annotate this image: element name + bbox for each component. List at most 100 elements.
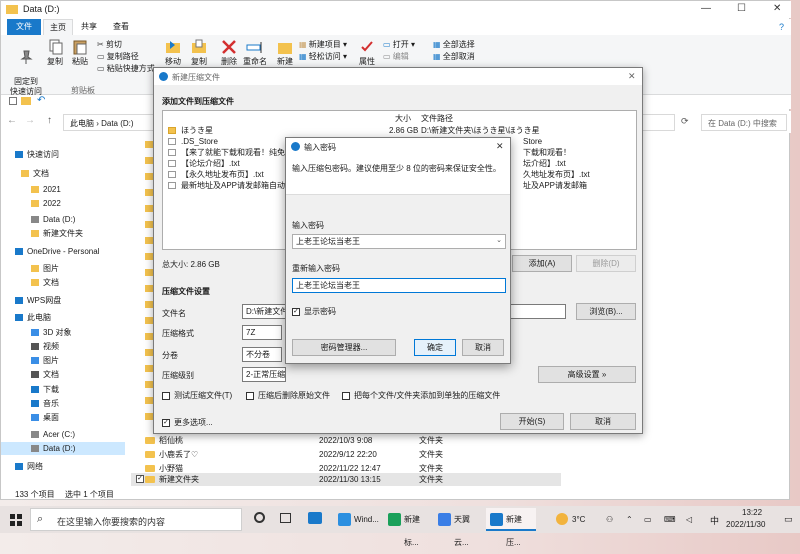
compress-item-row[interactable]: ほうき星 2.86 GB D:\新建文件夹\ほうき星\ほうき星: [163, 125, 636, 136]
copy-button[interactable]: 复制: [45, 39, 65, 67]
nav-item[interactable]: Data (D:): [1, 442, 125, 455]
ime-indicator[interactable]: 中: [710, 514, 719, 527]
ok-button[interactable]: 确定: [414, 339, 456, 356]
volume-icon[interactable]: ◁: [686, 515, 692, 524]
tab-home[interactable]: 主页: [43, 19, 73, 35]
reenter-password-input[interactable]: 上老王论坛当老王: [292, 278, 506, 293]
notification-icon[interactable]: ▭: [784, 514, 793, 525]
maximize-button[interactable]: ☐: [737, 3, 746, 14]
undo-icon[interactable]: ↶: [37, 95, 45, 106]
taskbar-app[interactable]: 新建压...: [486, 508, 536, 547]
copy-path-button[interactable]: ▭ 复制路径: [97, 51, 139, 62]
nav-item[interactable]: 2022: [1, 197, 125, 210]
nav-item[interactable]: 3D 对象: [1, 326, 125, 339]
start-button[interactable]: 开始(S): [500, 413, 564, 430]
remove-button[interactable]: 删除(D): [576, 255, 636, 272]
search-input[interactable]: 在 Data (D:) 中搜索: [701, 114, 787, 131]
taskbar-app[interactable]: 新建标...: [384, 508, 434, 547]
taskbar-app[interactable]: Wind...: [334, 508, 384, 531]
checkbox-icon[interactable]: [9, 97, 17, 105]
file-row[interactable]: 稻仙桃 2022/10/3 9:08 文件夹: [131, 434, 561, 447]
test-checkbox[interactable]: [162, 391, 170, 400]
back-icon[interactable]: ←: [7, 115, 17, 126]
help-icon[interactable]: ?: [779, 22, 784, 32]
nav-item[interactable]: 下载: [1, 383, 125, 396]
task-view-icon[interactable]: [280, 513, 291, 523]
select-none-button[interactable]: ▦ 全部取消: [433, 51, 475, 62]
password-cancel-button[interactable]: 取消: [462, 339, 504, 356]
browse-button[interactable]: 浏览(B)...: [576, 303, 636, 320]
each-file-checkbox[interactable]: [342, 391, 350, 400]
select-all-button[interactable]: ▦ 全部选择: [433, 39, 475, 50]
nav-item[interactable]: Acer (C:): [1, 428, 125, 441]
open-button[interactable]: ▭ 打开 ▾: [383, 39, 415, 50]
nav-item[interactable]: 网络: [1, 460, 125, 473]
nav-item[interactable]: 文档: [1, 167, 125, 180]
file-row[interactable]: ✓ 新建文件夹 2022/11/30 13:15 文件夹: [131, 473, 561, 486]
up-icon[interactable]: ↑: [47, 115, 52, 126]
tab-view[interactable]: 查看: [107, 19, 135, 35]
split-select[interactable]: 不分卷: [242, 347, 282, 362]
show-password-checkbox[interactable]: ✓: [292, 307, 300, 316]
delete-after-checkbox[interactable]: [246, 391, 254, 400]
nav-item[interactable]: 此电脑: [1, 311, 125, 324]
password-close-button[interactable]: ✕: [496, 141, 504, 152]
compress-close-button[interactable]: ✕: [628, 71, 636, 82]
close-button[interactable]: ✕: [773, 3, 781, 14]
nav-item[interactable]: 图片: [1, 262, 125, 275]
format-select[interactable]: 7Z: [242, 325, 282, 340]
chevron-down-icon[interactable]: ⌄: [496, 236, 502, 246]
more-options-checkbox[interactable]: ✓: [162, 418, 170, 427]
tab-file[interactable]: 文件: [7, 19, 41, 35]
delete-button[interactable]: 删除: [219, 39, 239, 67]
windows-start-icon[interactable]: [10, 514, 22, 526]
nav-item[interactable]: 音乐: [1, 397, 125, 410]
clock-time[interactable]: 13:22: [742, 508, 762, 517]
nav-item[interactable]: Data (D:): [1, 213, 125, 226]
nav-item[interactable]: 2021: [1, 183, 125, 196]
compress-cancel-button[interactable]: 取消: [570, 413, 636, 430]
advanced-settings-button[interactable]: 高级设置 »: [538, 366, 636, 383]
temperature[interactable]: 3°C: [572, 515, 585, 524]
minimize-button[interactable]: —: [701, 3, 711, 14]
row-checkbox[interactable]: ✓: [136, 475, 144, 483]
clock-date[interactable]: 2022/11/30: [726, 520, 765, 529]
network-icon[interactable]: ▭: [644, 515, 652, 524]
chevron-up-icon[interactable]: ⌃: [626, 515, 633, 524]
properties-button[interactable]: 属性: [357, 39, 377, 67]
folder-icon[interactable]: [21, 97, 31, 105]
nav-item[interactable]: 快速访问: [1, 148, 125, 161]
add-button[interactable]: 添加(A): [512, 255, 572, 272]
paste-shortcut-button[interactable]: ▭ 粘贴快捷方式: [97, 63, 155, 74]
cut-button[interactable]: ✂ 剪切: [97, 39, 122, 50]
show-password-option[interactable]: ✓ 显示密码: [292, 306, 336, 317]
tab-share[interactable]: 共享: [75, 19, 103, 35]
delete-after-option[interactable]: 压缩后删除原始文件: [246, 390, 330, 401]
edit-button[interactable]: ▭ 编辑: [383, 51, 409, 62]
keyboard-icon[interactable]: ⌨: [664, 515, 676, 524]
new-item-button[interactable]: ▦ 新建项目 ▾: [299, 39, 347, 50]
level-select[interactable]: 2-正常压缩: [242, 367, 286, 382]
cortana-icon[interactable]: [254, 512, 265, 523]
new-folder-button[interactable]: 新建: [275, 39, 295, 67]
nav-item[interactable]: 新建文件夹: [1, 227, 125, 240]
nav-item[interactable]: 文档: [1, 276, 125, 289]
nav-item[interactable]: 桌面: [1, 411, 125, 424]
nav-item[interactable]: 图片: [1, 354, 125, 367]
nav-item[interactable]: WPS网盘: [1, 294, 125, 307]
easy-access-button[interactable]: ▦ 轻松访问 ▾: [299, 51, 347, 62]
refresh-icon[interactable]: ⟳: [681, 116, 689, 127]
test-archive-option[interactable]: 测试压缩文件(T): [162, 390, 232, 401]
password-manager-button[interactable]: 密码管理器...: [292, 339, 396, 356]
nav-item[interactable]: 文档: [1, 368, 125, 381]
taskbar-app[interactable]: 天翼云...: [434, 508, 484, 547]
nav-item[interactable]: OneDrive - Personal: [1, 245, 125, 258]
people-icon[interactable]: ⚇: [606, 515, 613, 524]
each-file-option[interactable]: 把每个文件/文件夹添加到单独的压缩文件: [342, 390, 500, 401]
forward-icon[interactable]: →: [25, 115, 35, 126]
paste-button[interactable]: 粘贴: [69, 39, 91, 67]
nav-item[interactable]: 视频: [1, 340, 125, 353]
taskbar-search-box[interactable]: ⌕ 在这里输入你要搜索的内容: [30, 508, 242, 531]
more-options[interactable]: ✓ 更多选项...: [162, 417, 213, 428]
rename-button[interactable]: 重命名: [243, 39, 267, 67]
